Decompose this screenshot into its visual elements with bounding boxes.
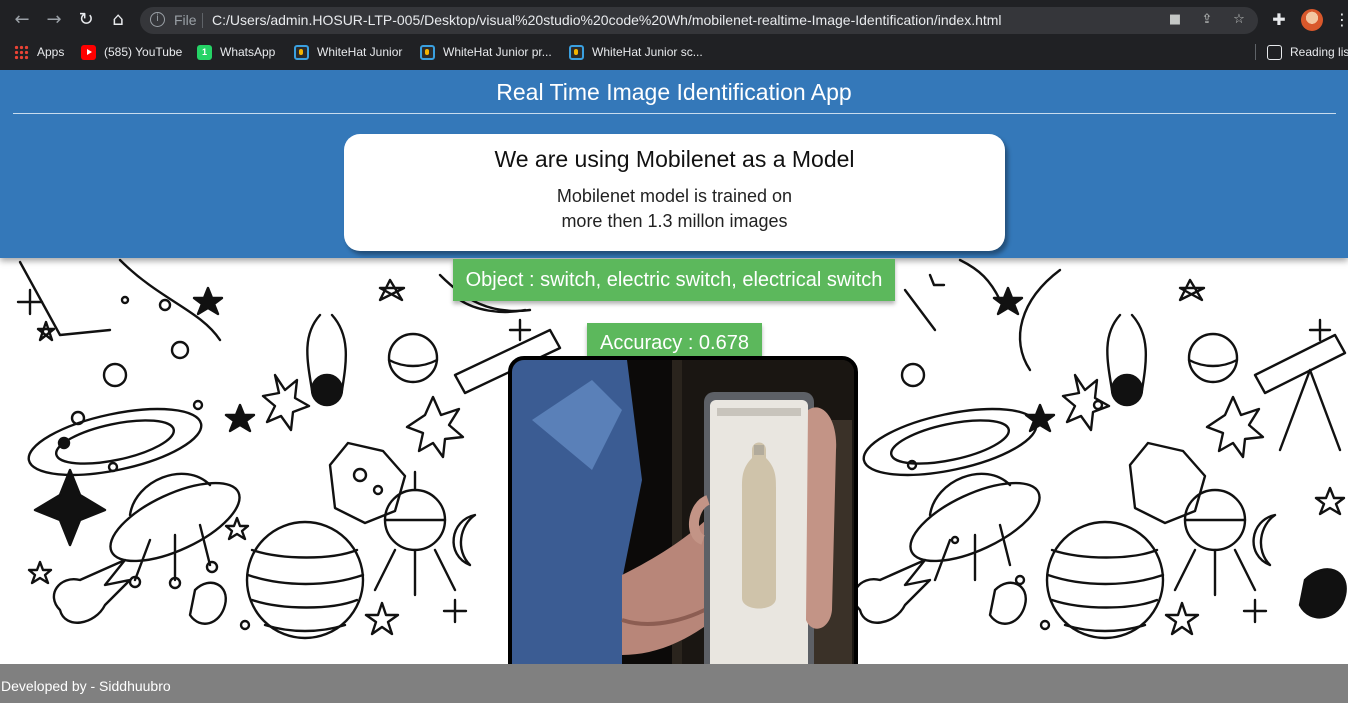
- kebab-menu-icon[interactable]: ⋮: [1334, 9, 1348, 31]
- webcam-video-feed: [508, 356, 858, 703]
- browser-chrome: ← → ↻ ⌂ i File C:/Users/admin.HOSUR-LTP-…: [0, 0, 1348, 70]
- app-header: Real Time Image Identification App We ar…: [0, 70, 1348, 258]
- url-scheme: File: [174, 12, 197, 28]
- browser-toolbar: ← → ↻ ⌂ i File C:/Users/admin.HOSUR-LTP-…: [0, 0, 1348, 40]
- model-info-card: We are using Mobilenet as a Model Mobile…: [344, 134, 1005, 251]
- page-footer: Developed by - Siddhuubro: [0, 664, 1348, 703]
- bookmark-label: WhiteHat Junior: [317, 45, 403, 59]
- bookmarks-bar: Apps (585) YouTube 1 WhatsApp WhiteHat J…: [0, 40, 1348, 64]
- whitehat-icon: [294, 44, 309, 60]
- url-text[interactable]: C:/Users/admin.HOSUR-LTP-005/Desktop/vis…: [212, 12, 1002, 28]
- reload-icon[interactable]: ↻: [74, 8, 98, 32]
- page-title: Real Time Image Identification App: [496, 79, 852, 105]
- bookmark-star-icon[interactable]: ☆: [1231, 12, 1247, 28]
- info-icon[interactable]: i: [150, 12, 165, 27]
- bookmark-apps[interactable]: Apps: [14, 43, 64, 61]
- whitehat-icon: [420, 44, 435, 60]
- bookmark-whitehat-junior[interactable]: WhiteHat Junior: [294, 43, 402, 61]
- model-card-heading: We are using Mobilenet as a Model: [494, 146, 855, 172]
- bookmark-whatsapp[interactable]: 1 WhatsApp: [197, 43, 275, 61]
- share-icon[interactable]: ⇪: [1199, 12, 1215, 28]
- whatsapp-icon: 1: [197, 44, 212, 60]
- bookmark-label: WhatsApp: [220, 45, 276, 59]
- header-divider: [13, 113, 1336, 114]
- forward-arrow-icon[interactable]: →: [42, 8, 66, 32]
- reading-list-button[interactable]: Reading lis: [1267, 43, 1348, 61]
- home-icon[interactable]: ⌂: [106, 8, 130, 32]
- puzzle-icon[interactable]: ✚: [1268, 9, 1290, 31]
- reading-list-icon: [1267, 44, 1282, 60]
- page-viewport[interactable]: Real Time Image Identification App We ar…: [0, 70, 1348, 703]
- url-separator: [202, 13, 203, 28]
- model-card-text-line1: Mobilenet model is trained on: [556, 186, 793, 206]
- object-result: Object : switch, electric switch, electr…: [453, 259, 895, 301]
- bookmark-label: WhiteHat Junior pr...: [443, 45, 552, 59]
- avatar[interactable]: [1301, 9, 1323, 31]
- bookmark-label: (585) YouTube: [104, 45, 183, 59]
- reading-list-label: Reading lis: [1290, 45, 1348, 59]
- bookmark-youtube[interactable]: (585) YouTube: [81, 43, 182, 61]
- webcam-frame-image: [512, 360, 854, 700]
- whitehat-icon: [569, 44, 584, 60]
- footer-credit: Developed by - Siddhuubro: [1, 678, 171, 694]
- camera-icon[interactable]: ■: [1167, 12, 1183, 28]
- model-card-text-line2: more then 1.3 millon images: [561, 211, 788, 231]
- bookmarks-divider: [1255, 44, 1256, 60]
- address-bar[interactable]: i File C:/Users/admin.HOSUR-LTP-005/Desk…: [140, 7, 1258, 34]
- bookmark-whitehat-junior-pr[interactable]: WhiteHat Junior pr...: [420, 43, 552, 61]
- bookmark-label: WhiteHat Junior sc...: [592, 45, 703, 59]
- apps-grid-icon: [14, 44, 29, 60]
- youtube-icon: [81, 44, 96, 60]
- back-arrow-icon[interactable]: ←: [10, 8, 34, 32]
- bookmark-whitehat-junior-sc[interactable]: WhiteHat Junior sc...: [569, 43, 703, 61]
- bookmark-label: Apps: [37, 45, 65, 59]
